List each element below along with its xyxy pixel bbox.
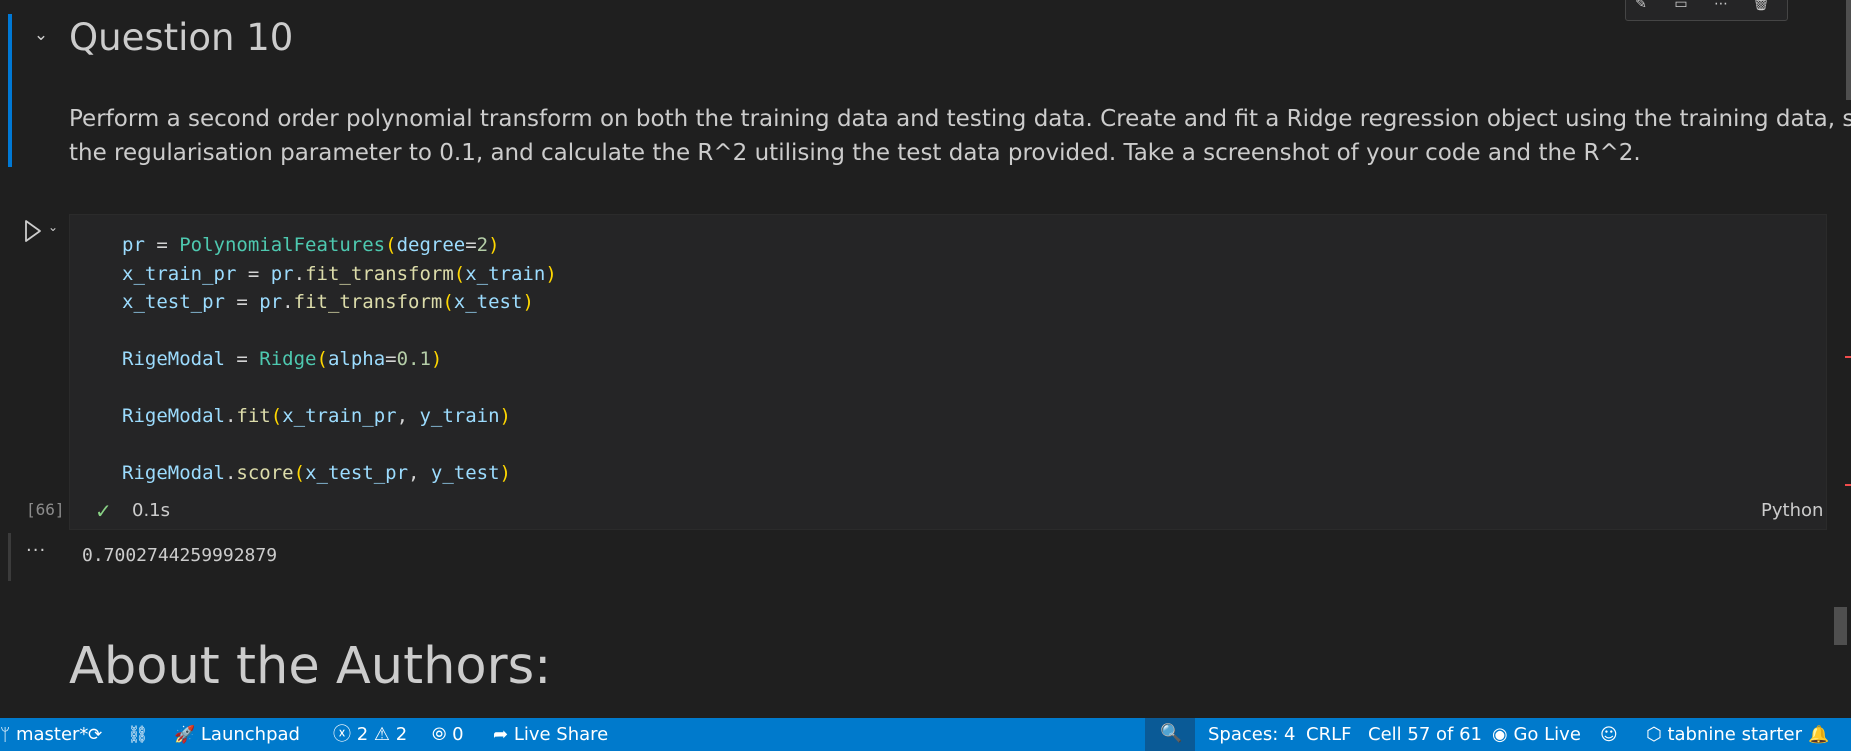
question-text-line: the regularisation parameter to 0.1, and… — [69, 140, 1641, 166]
code-line: pr = PolynomialFeatures(degree=2) — [122, 234, 500, 256]
tabnine-status[interactable]: ⬡ tabnine starter — [1646, 723, 1802, 747]
edit-icon[interactable]: ✎ — [1632, 0, 1650, 15]
branch-icon: ᛘ — [0, 725, 11, 745]
launchpad-status[interactable]: 🚀 Launchpad — [174, 723, 300, 747]
split-cell-icon[interactable]: ▭ — [1672, 0, 1690, 15]
tabnine-icon: ⬡ — [1646, 724, 1662, 745]
code-line: RigeModal = Ridge(alpha=0.1) — [122, 348, 443, 370]
indentation-status[interactable]: Spaces: 4 — [1208, 723, 1295, 747]
code-line: x_train_pr = pr.fit_transform(x_train) — [122, 263, 557, 285]
status-bar: ᛘ master* ⟳ ⛓ 🚀 Launchpad ⓧ 2 ⚠ 2 ⦾ 0 ➦ … — [0, 718, 1851, 751]
output-value: 0.7002744259992879 — [82, 545, 278, 566]
section-heading: About the Authors: — [69, 637, 552, 696]
copilot-icon[interactable]: ☺ — [1600, 723, 1618, 747]
eol-status[interactable]: CRLF — [1306, 723, 1351, 747]
play-icon — [25, 220, 41, 242]
warning-icon: ⚠ — [373, 724, 391, 745]
cell-toolbar: ✎ ▭ ⋯ 🗑 — [1625, 0, 1788, 21]
question-heading: Question 10 — [69, 16, 294, 59]
scrollbar-thumb[interactable] — [1834, 607, 1847, 645]
ruler-marker — [1845, 484, 1851, 486]
check-icon: ✓ — [95, 499, 112, 523]
rocket-icon: 🚀 — [174, 725, 196, 745]
broadcast-icon: ⦾ — [432, 724, 447, 745]
run-options-chevron-icon[interactable]: ⌄ — [48, 220, 64, 236]
sync-icon[interactable]: ⟳ — [88, 723, 102, 747]
branch-status[interactable]: ᛘ master* — [0, 723, 88, 747]
chevron-down-icon[interactable]: ⌄ — [31, 25, 51, 45]
question-text-line: Perform a second order polynomial transf… — [69, 106, 1851, 132]
output-indicator — [8, 533, 11, 581]
error-icon: ⓧ — [333, 724, 351, 745]
cell-focus-indicator — [8, 14, 12, 167]
broadcast-icon: ◉ — [1492, 724, 1508, 745]
code-line: RigeModal.score(x_test_pr, y_test) — [122, 462, 511, 484]
git-graph-icon[interactable]: ⛓ — [127, 723, 149, 747]
problems-status[interactable]: ⓧ 2 ⚠ 2 — [333, 723, 407, 747]
bell-icon[interactable]: 🔔 — [1808, 723, 1829, 747]
more-icon[interactable]: ⋯ — [1712, 0, 1730, 15]
editor-scrollbar-thumb[interactable] — [1846, 0, 1851, 100]
delete-icon[interactable]: 🗑 — [1752, 0, 1770, 15]
zoom-icon: 🔍 — [1160, 723, 1183, 744]
question-text: Perform a second order polynomial transf… — [69, 102, 1851, 170]
code-line: x_test_pr = pr.fit_transform(x_test) — [122, 291, 534, 313]
ruler-marker — [1845, 356, 1851, 358]
execution-count: [66] — [26, 500, 65, 519]
cell-position-status[interactable]: Cell 57 of 61 — [1368, 723, 1482, 747]
zoom-status[interactable]: 🔍 — [1145, 718, 1195, 751]
output-actions-icon[interactable]: ··· — [26, 540, 46, 561]
execution-time: 0.1s — [132, 500, 171, 521]
code-line: RigeModal.fit(x_train_pr, y_train) — [122, 405, 511, 427]
go-live-status[interactable]: ◉ Go Live — [1492, 723, 1581, 747]
cell-language-picker[interactable]: Python — [1761, 500, 1823, 521]
run-cell-button[interactable] — [22, 218, 44, 244]
live-share-status[interactable]: ➦ Live Share — [493, 723, 608, 747]
share-icon: ➦ — [493, 724, 509, 745]
ports-status[interactable]: ⦾ 0 — [432, 723, 464, 747]
